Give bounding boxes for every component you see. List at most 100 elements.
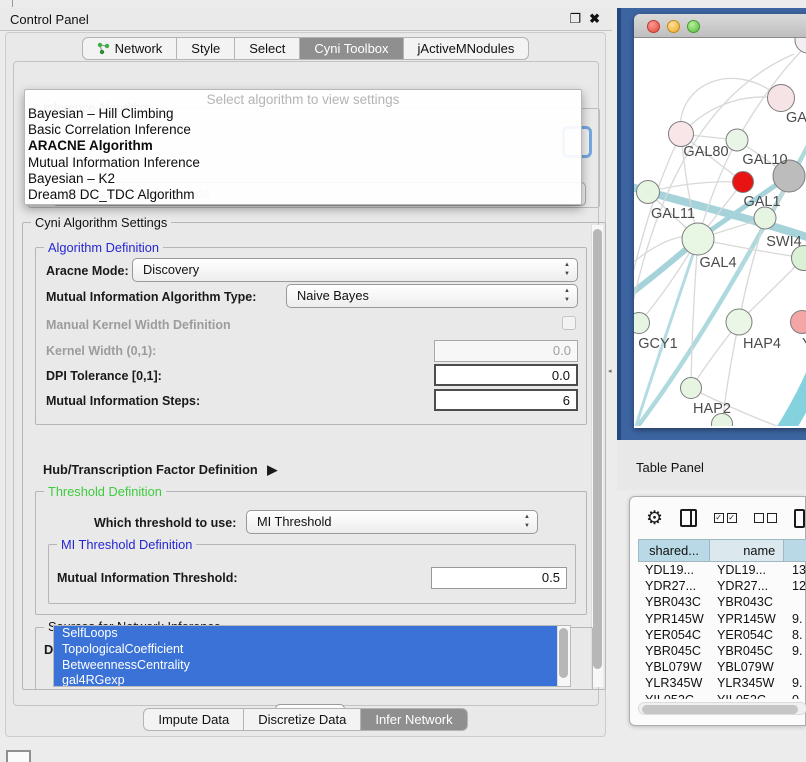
zoom-window-icon[interactable]	[687, 20, 700, 33]
mi-steps-field[interactable]: 6	[434, 389, 578, 411]
table-row[interactable]: YBL079WYBL079W	[638, 659, 806, 675]
list-item-betweennesscentrality[interactable]: BetweennessCentrality	[54, 658, 557, 674]
minimized-panel-chip[interactable]	[6, 750, 31, 762]
node-label: GAL4	[699, 255, 736, 271]
close-window-icon[interactable]	[647, 20, 660, 33]
algorithm-definition-group: Algorithm Definition Aracne Mode: Discov…	[35, 247, 587, 425]
which-threshold-label: Which threshold to use:	[94, 516, 236, 530]
control-panel-tabbar: Network Style Select Cyni Toolbox jActiv…	[6, 37, 605, 60]
node-gal80[interactable]	[669, 122, 694, 147]
column-header-name[interactable]: name	[709, 539, 783, 562]
edge[interactable]	[681, 97, 781, 134]
spinner-icon: ▲▼	[564, 287, 570, 305]
node-gcy1[interactable]	[634, 313, 650, 334]
gear-icon[interactable]: ⚙	[646, 509, 663, 528]
kernel-width-field[interactable]: 0.0	[434, 340, 578, 362]
node-label: GAL80	[683, 144, 728, 160]
tab-select-label: Select	[249, 41, 285, 56]
dropdown-item-mutual-information[interactable]: Mutual Information Inference	[25, 155, 581, 171]
table-row[interactable]: YLR345WYLR345W9.	[638, 675, 806, 691]
node-label: GAL1	[743, 194, 780, 210]
mi-algorithm-type-combo[interactable]: Naive Bayes ▲▼	[286, 284, 578, 308]
tab-infer-network-label: Infer Network	[375, 712, 452, 727]
node-table: shared... name YDL19...YDL19...13 YDR27.…	[638, 539, 806, 699]
node-hap2[interactable]	[681, 378, 702, 399]
tab-select[interactable]: Select	[235, 37, 300, 60]
network-desktop: GAL GAL80 GAL10 GAL1 GAL11 SWI4 GAL4 GCY…	[617, 8, 806, 440]
control-panel-title: Control Panel	[10, 12, 89, 27]
table-row[interactable]: YBR045CYBR045C9.	[638, 643, 806, 659]
tab-cyni-toolbox-label: Cyni Toolbox	[314, 41, 388, 56]
algorithm-definition-title: Algorithm Definition	[44, 240, 163, 255]
columns-icon[interactable]	[680, 509, 697, 527]
dropdown-item-dream8[interactable]: Dream8 DC_TDC Algorithm	[25, 187, 581, 203]
tab-network-label: Network	[115, 41, 163, 56]
node-gal2[interactable]	[768, 85, 795, 112]
dropdown-item-aracne[interactable]: ARACNE Algorithm	[25, 138, 581, 154]
panel-splitter-handle[interactable]: ◂	[608, 367, 612, 375]
table-horizontal-scrollbar-thumb[interactable]	[642, 705, 798, 714]
node-label: Y	[802, 336, 806, 352]
dropdown-item-basic-correlation[interactable]: Basic Correlation Inference	[25, 122, 581, 138]
tab-discretize-data[interactable]: Discretize Data	[244, 708, 361, 731]
settings-scrollbar-thumb[interactable]	[593, 229, 602, 669]
table-panel-title: Table Panel	[636, 460, 704, 475]
select-all-checks-icon[interactable]: ✓ ✓	[714, 513, 737, 523]
list-item-topologicalcoefficient[interactable]: TopologicalCoefficient	[54, 642, 557, 658]
tab-jactivemnodules[interactable]: jActiveMNodules	[404, 37, 530, 60]
network-window-titlebar[interactable]	[634, 14, 806, 38]
edge-highlight-thick[interactable]	[784, 368, 806, 426]
manual-kernel-width-checkbox[interactable]	[562, 316, 576, 330]
settings-scrollbar[interactable]	[591, 225, 603, 687]
node-gal1-selected[interactable]	[733, 172, 754, 193]
mi-threshold-field[interactable]: 0.5	[431, 567, 567, 589]
node-hap4[interactable]	[726, 309, 752, 335]
algorithm-dropdown: Select algorithm to view settings Bayesi…	[24, 89, 582, 205]
column-header-shared[interactable]: shared...	[638, 539, 709, 562]
table-row[interactable]: YIL052CYIL052C0.	[638, 692, 806, 700]
tab-network[interactable]: Network	[82, 37, 178, 60]
tab-discretize-data-label: Discretize Data	[258, 712, 346, 727]
table-horizontal-scrollbar[interactable]	[638, 702, 806, 715]
node-gal10[interactable]	[726, 129, 748, 151]
network-canvas[interactable]: GAL GAL80 GAL10 GAL1 GAL11 SWI4 GAL4 GCY…	[634, 38, 806, 426]
deselect-all-checks-icon[interactable]	[754, 513, 777, 523]
node-gal4[interactable]	[682, 223, 714, 255]
hub-definition-label[interactable]: Hub/Transcription Factor Definition ▶	[43, 462, 277, 478]
tab-cyni-toolbox[interactable]: Cyni Toolbox	[300, 37, 403, 60]
edge[interactable]	[648, 182, 743, 192]
tab-infer-network[interactable]: Infer Network	[361, 708, 467, 731]
minimize-window-icon[interactable]	[667, 20, 680, 33]
node-gal11[interactable]	[637, 181, 660, 204]
list-item-selfloops[interactable]: SelfLoops	[54, 626, 557, 642]
which-threshold-combo[interactable]: MI Threshold ▲▼	[246, 510, 538, 534]
tab-style[interactable]: Style	[177, 37, 235, 60]
table-row[interactable]: YPR145WYPR145W9.	[638, 611, 806, 627]
list-item-gal4rgexp[interactable]: gal4RGexp	[54, 673, 557, 687]
edge[interactable]	[680, 78, 781, 134]
table-row[interactable]: YBR043CYBR043C	[638, 594, 806, 610]
table-row[interactable]: YDL19...YDL19...13	[638, 562, 806, 578]
dpi-tolerance-field[interactable]: 0.0	[434, 364, 578, 386]
node-partial-top[interactable]	[795, 38, 806, 53]
edge[interactable]	[739, 258, 804, 322]
node-salmon[interactable]	[791, 311, 806, 334]
close-panel-icon[interactable]: ✖	[589, 11, 600, 27]
table-header: shared... name	[638, 539, 806, 562]
node-label: SWI4	[766, 234, 801, 250]
float-window-icon[interactable]: ❐	[569, 11, 581, 27]
tab-impute-data[interactable]: Impute Data	[143, 708, 244, 731]
data-attributes-list: SelfLoops TopologicalCoefficient Between…	[53, 625, 571, 687]
table-row[interactable]: YDR27...YDR27...12	[638, 578, 806, 594]
column-header-clipped[interactable]	[783, 539, 806, 562]
table-row[interactable]: YER054CYER054C8.	[638, 627, 806, 643]
attr-list-scrollbar[interactable]	[557, 626, 570, 687]
clipped-toolbar-icon[interactable]	[794, 509, 805, 528]
edge[interactable]	[739, 218, 765, 322]
dropdown-item-bayesian-hill-climbing[interactable]: Bayesian – Hill Climbing	[25, 106, 581, 122]
attr-list-scrollbar-thumb[interactable]	[559, 628, 568, 678]
node-swi4[interactable]	[754, 207, 776, 229]
aracne-mode-combo[interactable]: Discovery ▲▼	[132, 258, 578, 282]
dropdown-item-bayesian-k2[interactable]: Bayesian – K2	[25, 171, 581, 187]
network-window: GAL GAL80 GAL10 GAL1 GAL11 SWI4 GAL4 GCY…	[634, 14, 806, 428]
